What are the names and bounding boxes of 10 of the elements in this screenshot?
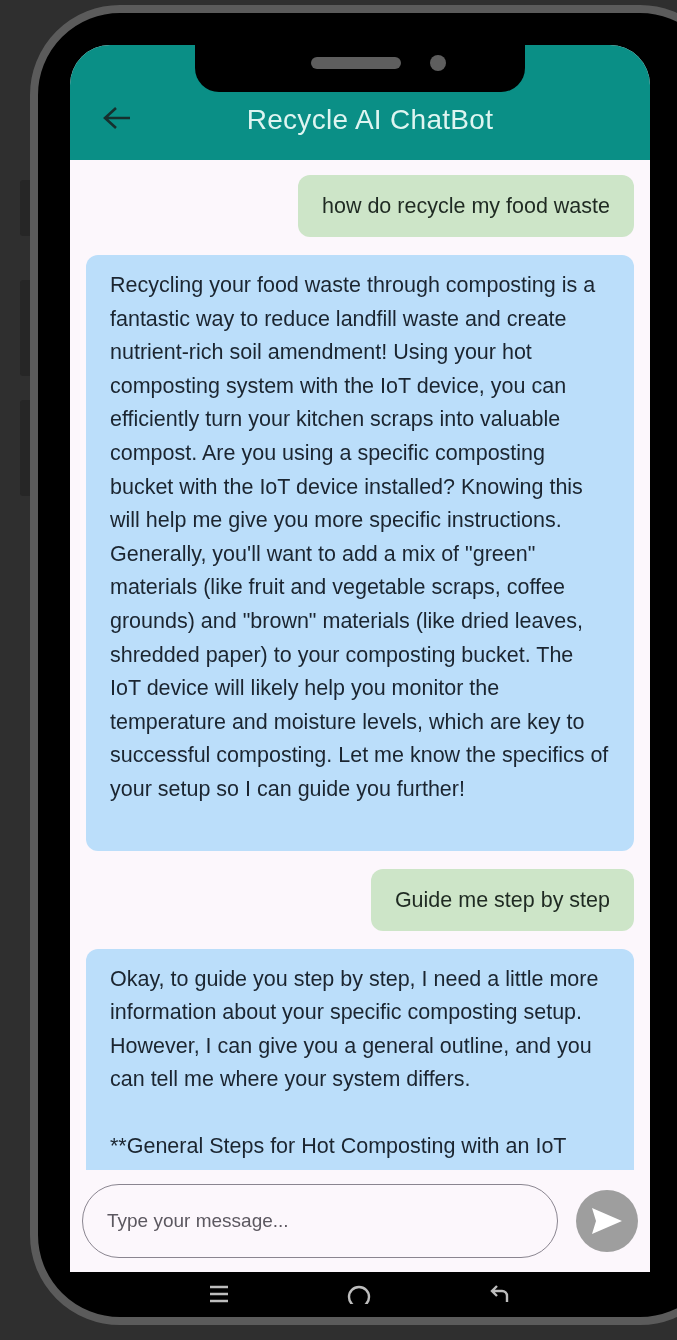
send-icon [590,1206,624,1236]
bot-message: Recycling your food waste through composting is a fantastic way to reduce landfill waste and create nutrient-rich soil amendment! Using your hot composting system with the IoT device, you can efficiently turn your kitchen scraps into valuable compost. Are you using a specific composting bucket with the IoT device installed? Knowing this will help me give you more specific instructions. Generally, you'll want to add a mix of "green" materials (like fruit and vegetable scraps, coffee grounds) and "brown" materials (like dried leaves, shredded paper) to your composting bucket. The IoT device will likely help you monitor the temperature and moisture levels, which are key to successful composting. Let me know the specifics of your setup so I can guide you further! [86,255,634,851]
home-icon[interactable] [346,1284,372,1304]
message-input[interactable]: Type your message... [82,1184,558,1258]
back-arrow-icon[interactable] [102,105,132,131]
bot-message: Okay, to guide you step by step, I need a little more information about your specific composting setup. However, I can give you a general outline, and you can tell me where your system differs. **General Steps for Hot Composting with an IoT [86,948,634,1170]
user-message: Guide me step by step [370,868,634,931]
app-title: Recycle AI ChatBot [246,104,494,136]
camera-lens [430,55,446,71]
user-message: how do recycle my food waste [298,175,634,237]
